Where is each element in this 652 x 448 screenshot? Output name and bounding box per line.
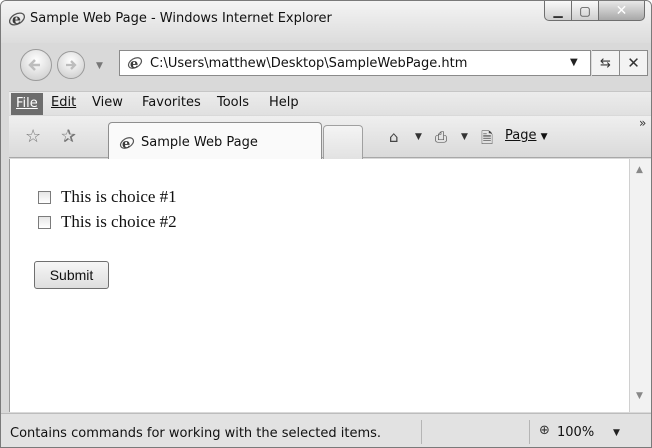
scroll-up-icon[interactable]: ▲	[636, 165, 643, 175]
svg-text:e: e	[12, 12, 21, 28]
status-divider	[421, 420, 422, 444]
caption-buttons: ▁ ▢ ✕	[544, 1, 645, 21]
minimize-button[interactable]: ▁	[544, 1, 572, 21]
menu-tools-label: Tools	[217, 95, 250, 110]
close-icon: ✕	[615, 2, 628, 19]
status-bar: Contains commands for working with the s…	[1, 413, 651, 447]
choice-1-checkbox[interactable]	[38, 190, 51, 204]
zoom-icon[interactable]: ⊕	[539, 423, 550, 438]
print-icon[interactable]: ⎙	[435, 128, 447, 146]
menu-tools[interactable]: Tools	[217, 95, 249, 110]
menu-view-label: View	[92, 95, 123, 110]
forward-button[interactable]	[57, 51, 85, 79]
recent-pages-dropdown[interactable]: ▼	[96, 61, 103, 71]
ie-page-icon: e	[127, 57, 143, 71]
stop-icon: ✕	[627, 54, 640, 72]
home-icon[interactable]: ⌂	[389, 128, 399, 146]
choice-2-label: This is choice #2	[61, 212, 177, 231]
vertical-scrollbar[interactable]: ▲ ▼	[629, 159, 651, 412]
menu-edit-label: Edit	[51, 95, 77, 110]
ie-tab-icon: e	[119, 137, 135, 151]
add-favorites-icon[interactable]: ✰	[61, 126, 76, 147]
menu-edit[interactable]: Edit	[51, 95, 76, 110]
scroll-down-icon[interactable]: ▼	[636, 391, 643, 401]
choice-1-label: This is choice #1	[61, 187, 177, 206]
home-dropdown[interactable]: ▼	[415, 132, 422, 142]
chevron-more-icon[interactable]: »	[639, 116, 646, 130]
favorites-star-icon[interactable]: ☆	[25, 126, 41, 147]
stop-button[interactable]: ✕	[620, 50, 648, 76]
new-tab-button[interactable]	[323, 125, 363, 159]
page-content: This is choice #1 This is choice #2 Subm…	[9, 159, 629, 412]
address-text[interactable]: C:\Users\matthew\Desktop\SampleWebPage.h…	[150, 56, 467, 71]
window-title: Sample Web Page - Windows Internet Explo…	[30, 11, 332, 26]
maximize-button[interactable]: ▢	[572, 1, 599, 21]
page-icon[interactable]: 🗎	[481, 128, 493, 153]
tab-title: Sample Web Page	[141, 135, 258, 150]
menu-help-label: Help	[269, 95, 299, 110]
back-button[interactable]	[20, 49, 52, 81]
ie-logo-icon: e	[8, 12, 26, 28]
menu-file[interactable]: File	[11, 93, 43, 115]
choice-2: This is choice #2	[38, 212, 177, 232]
zoom-dropdown[interactable]: ▼	[613, 428, 620, 438]
back-arrow-icon	[28, 59, 40, 71]
tab-sample-web-page[interactable]: e Sample Web Page	[108, 122, 322, 159]
submit-button[interactable]: Submit	[34, 261, 109, 289]
zoom-level[interactable]: 100%	[557, 425, 594, 440]
refresh-icon: ⇆	[600, 55, 611, 71]
choice-1: This is choice #1	[38, 187, 177, 207]
menu-help[interactable]: Help	[269, 95, 299, 110]
menu-favorites[interactable]: Favorites	[142, 95, 201, 110]
print-dropdown[interactable]: ▼	[461, 132, 468, 142]
forward-arrow-icon	[66, 60, 77, 70]
menu-favorites-label: Favorites	[142, 95, 201, 110]
choice-2-checkbox[interactable]	[38, 215, 51, 229]
page-menu-label: Page	[505, 128, 537, 143]
title-bar: e Sample Web Page - Windows Internet Exp…	[1, 1, 651, 43]
refresh-button[interactable]: ⇆	[592, 50, 620, 76]
navigation-bar: ▼ e C:\Users\matthew\Desktop\SampleWebPa…	[1, 43, 651, 87]
svg-text:e: e	[122, 137, 130, 151]
menu-view[interactable]: View	[92, 95, 123, 110]
page-menu-dropdown-icon: ▼	[540, 132, 548, 142]
status-text: Contains commands for working with the s…	[10, 426, 382, 441]
menu-file-label: File	[16, 96, 38, 111]
close-button[interactable]: ✕	[599, 1, 645, 21]
svg-text:e: e	[130, 57, 138, 71]
command-bar: ☆ ✰ e Sample Web Page ⌂ ▼ ⎙ ▼ 🗎 Page ▼ »	[9, 116, 651, 159]
browser-window: e Sample Web Page - Windows Internet Exp…	[0, 0, 652, 448]
menu-bar: File Edit View Favorites Tools Help	[9, 91, 651, 115]
page-menu-button[interactable]: Page ▼	[505, 128, 548, 143]
address-dropdown[interactable]: ▼	[570, 57, 578, 68]
address-bar[interactable]: e C:\Users\matthew\Desktop\SampleWebPage…	[119, 50, 591, 76]
maximize-icon: ▢	[579, 3, 591, 18]
minimize-icon: ▁	[553, 3, 563, 18]
status-divider	[529, 420, 530, 444]
